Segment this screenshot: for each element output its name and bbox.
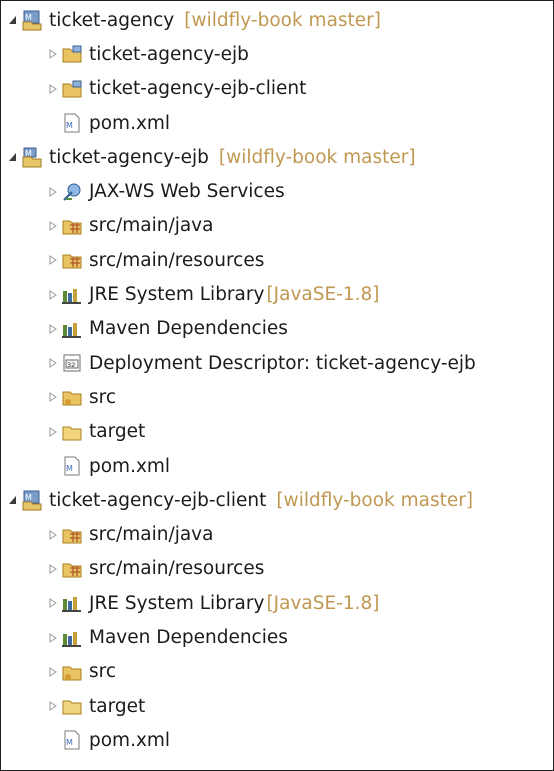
- expand-arrow-icon[interactable]: [45, 81, 61, 97]
- pom-file-icon: M: [61, 729, 83, 751]
- source-folder-icon: [61, 558, 83, 580]
- tree-item-label: target: [89, 695, 146, 717]
- expand-arrow-icon[interactable]: [45, 321, 61, 337]
- expand-arrow-icon[interactable]: [45, 355, 61, 371]
- tree-item-folder[interactable]: src: [45, 655, 116, 689]
- tree-item-label: ticket-agency-ejb: [49, 146, 209, 168]
- expand-arrow-icon[interactable]: [45, 218, 61, 234]
- tree-item-label: src/main/java: [89, 215, 214, 237]
- library-decoration: [JavaSE-1.8]: [266, 284, 380, 306]
- expand-arrow-icon[interactable]: [45, 698, 61, 714]
- expand-arrow-icon[interactable]: [45, 664, 61, 680]
- svg-text:M: M: [25, 493, 32, 502]
- tree-item-node[interactable]: 32 Deployment Descriptor: ticket-agency-…: [45, 346, 476, 380]
- tree-item-source-folder[interactable]: src/main/java: [45, 209, 213, 243]
- tree-item-label: src/main/resources: [89, 249, 265, 271]
- tree-item-label: ticket-agency-ejb-client: [89, 78, 307, 100]
- project-explorer-tree: M ticket-agency [wildfly-book master] ti…: [0, 0, 554, 771]
- library-icon: [61, 284, 83, 306]
- expand-arrow-icon[interactable]: [45, 46, 61, 62]
- tree-item-label: JRE System Library: [89, 592, 265, 614]
- svg-text:M: M: [66, 121, 73, 130]
- tree-item-label: src/main/resources: [89, 558, 265, 580]
- pom-file-icon: M: [61, 112, 83, 134]
- tree-item-source-folder[interactable]: src/main/resources: [45, 552, 264, 586]
- deployment-descriptor-icon: 32: [61, 352, 83, 374]
- svg-text:M: M: [25, 149, 32, 158]
- library-icon: [61, 318, 83, 340]
- web-services-icon: [61, 181, 83, 203]
- tree-item-folder[interactable]: target: [45, 415, 145, 449]
- folder-icon: [61, 421, 83, 443]
- tree-item-label: JRE System Library: [89, 284, 265, 306]
- expand-arrow-icon[interactable]: [45, 561, 61, 577]
- src-folder-icon: [61, 661, 83, 683]
- expand-arrow-icon[interactable]: [45, 252, 61, 268]
- tree-item-label: src/main/java: [89, 524, 214, 546]
- tree-item-project[interactable]: M ticket-agency [wildfly-book master]: [5, 3, 381, 37]
- source-folder-icon: [61, 524, 83, 546]
- source-folder-icon: [61, 215, 83, 237]
- git-decoration: [wildfly-book master]: [218, 146, 416, 168]
- expand-arrow-icon[interactable]: [45, 389, 61, 405]
- tree-item-label: pom.xml: [89, 455, 171, 477]
- tree-item-file[interactable]: M pom.xml: [61, 106, 170, 140]
- tree-item-label: Maven Dependencies: [89, 627, 288, 649]
- expand-arrow-icon[interactable]: [45, 595, 61, 611]
- collapse-arrow-icon[interactable]: [5, 149, 21, 165]
- library-icon: [61, 592, 83, 614]
- expand-arrow-icon[interactable]: [45, 527, 61, 543]
- expand-arrow-icon[interactable]: [45, 184, 61, 200]
- tree-item-label: ticket-agency-ejb: [89, 43, 249, 65]
- tree-item-file[interactable]: M pom.xml: [61, 723, 170, 757]
- svg-text:M: M: [66, 464, 73, 473]
- tree-item-node[interactable]: JAX-WS Web Services: [45, 175, 285, 209]
- source-folder-icon: [61, 249, 83, 271]
- maven-project-icon: M: [21, 9, 43, 31]
- tree-item-label: Maven Dependencies: [89, 318, 288, 340]
- tree-item-project[interactable]: M ticket-agency-ejb [wildfly-book master…: [5, 140, 416, 174]
- src-folder-icon: [61, 386, 83, 408]
- maven-ejb-project-icon: M: [21, 146, 43, 168]
- tree-item-label: pom.xml: [89, 729, 171, 751]
- tree-item-label: Deployment Descriptor: ticket-agency-ejb: [89, 352, 476, 374]
- expand-arrow-icon[interactable]: [45, 287, 61, 303]
- tree-item-label: pom.xml: [89, 112, 171, 134]
- library-icon: [61, 627, 83, 649]
- svg-text:M: M: [66, 738, 73, 747]
- tree-item-folder[interactable]: ticket-agency-ejb-client: [45, 72, 306, 106]
- folder-icon: [61, 695, 83, 717]
- tree-item-file[interactable]: M pom.xml: [61, 449, 170, 483]
- tree-item-label: target: [89, 421, 146, 443]
- git-decoration: [wildfly-book master]: [276, 489, 474, 511]
- git-decoration: [wildfly-book master]: [184, 9, 382, 31]
- tree-item-folder[interactable]: target: [45, 689, 145, 723]
- tree-item-folder[interactable]: src: [45, 380, 116, 414]
- collapse-arrow-icon[interactable]: [5, 12, 21, 28]
- svg-text:32: 32: [67, 361, 75, 369]
- tree-item-library[interactable]: JRE System Library [JavaSE-1.8]: [45, 277, 379, 311]
- project-folder-icon: [61, 78, 83, 100]
- library-decoration: [JavaSE-1.8]: [266, 592, 380, 614]
- pom-file-icon: M: [61, 455, 83, 477]
- tree-item-project[interactable]: M ticket-agency-ejb-client [wildfly-book…: [5, 483, 473, 517]
- tree-item-library[interactable]: Maven Dependencies: [45, 620, 288, 654]
- tree-item-library[interactable]: JRE System Library [JavaSE-1.8]: [45, 586, 379, 620]
- tree-item-label: JAX-WS Web Services: [89, 181, 285, 203]
- svg-text:M: M: [25, 13, 32, 22]
- collapse-arrow-icon[interactable]: [5, 492, 21, 508]
- project-folder-icon: [61, 43, 83, 65]
- expand-arrow-icon[interactable]: [45, 424, 61, 440]
- tree-item-source-folder[interactable]: src/main/resources: [45, 243, 264, 277]
- tree-item-source-folder[interactable]: src/main/java: [45, 518, 213, 552]
- expand-arrow-icon[interactable]: [45, 630, 61, 646]
- maven-project-icon: M: [21, 489, 43, 511]
- tree-item-label: src: [89, 386, 117, 408]
- tree-item-label: ticket-agency-ejb-client: [49, 489, 267, 511]
- tree-item-folder[interactable]: ticket-agency-ejb: [45, 37, 249, 71]
- tree-item-label: src: [89, 661, 117, 683]
- tree-item-label: ticket-agency: [49, 9, 175, 31]
- tree-item-library[interactable]: Maven Dependencies: [45, 312, 288, 346]
